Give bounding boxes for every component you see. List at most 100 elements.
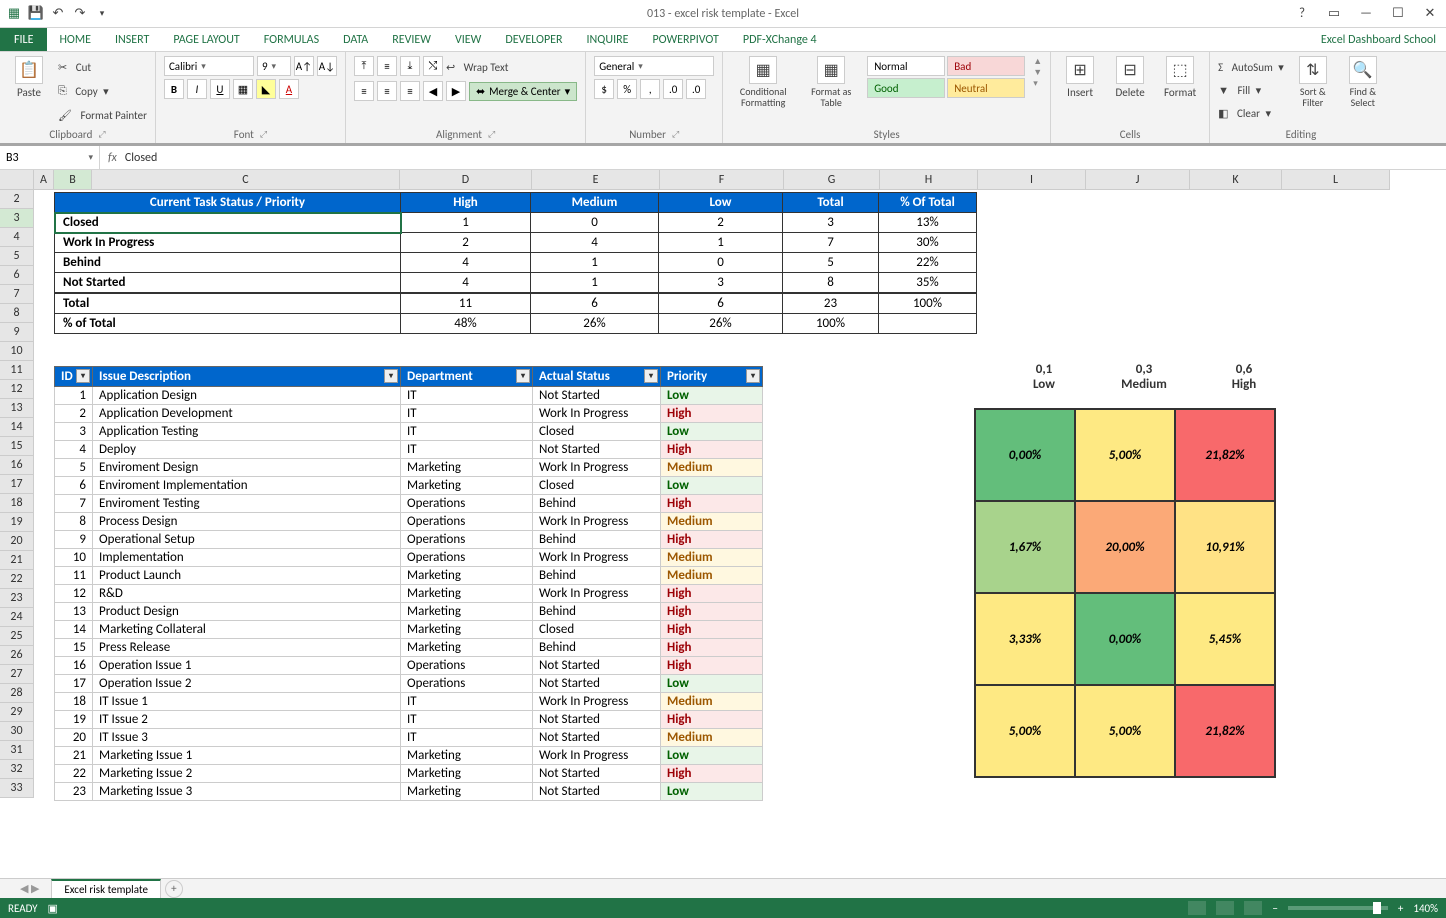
issue-cell[interactable]: Work In Progress [533, 747, 661, 765]
issue-cell[interactable]: Work In Progress [533, 585, 661, 603]
col-header-F[interactable]: F [660, 170, 784, 189]
summary-cell[interactable]: Closed [55, 213, 401, 233]
paste-button[interactable]: 📋 Paste [8, 56, 50, 99]
issue-cell[interactable]: IT [401, 693, 533, 711]
issue-cell[interactable]: Application Testing [93, 423, 401, 441]
clear-button[interactable]: ◧ Clear ▾ [1218, 102, 1284, 124]
percent-icon[interactable]: % [617, 79, 637, 99]
issue-cell[interactable]: High [661, 585, 763, 603]
underline-button[interactable]: U [210, 79, 230, 99]
summary-cell[interactable]: 1 [531, 253, 659, 273]
tab-data[interactable]: DATA [331, 28, 380, 51]
filter-icon[interactable]: ▾ [384, 369, 398, 383]
issue-cell[interactable]: Medium [661, 459, 763, 477]
issue-cell[interactable]: Work In Progress [533, 693, 661, 711]
issue-cell[interactable]: Not Started [533, 675, 661, 693]
issue-cell[interactable]: Marketing [401, 639, 533, 657]
undo-icon[interactable]: ↶ [50, 6, 66, 22]
dialog-launcher-icon[interactable]: ⤢ [98, 129, 105, 140]
row-header-12[interactable]: 12 [0, 380, 33, 399]
issue-cell[interactable]: IT Issue 3 [93, 729, 401, 747]
col-header-I[interactable]: I [978, 170, 1086, 189]
border-button[interactable]: ▦ [233, 79, 253, 99]
summary-cell[interactable]: 48% [401, 314, 531, 334]
summary-cell[interactable]: 35% [879, 273, 977, 294]
dialog-launcher-icon[interactable]: ⤢ [260, 129, 267, 140]
heatmap-cell[interactable]: 20,00% [1075, 501, 1175, 593]
issue-cell[interactable]: Application Development [93, 405, 401, 423]
issue-cell[interactable]: 21 [55, 747, 93, 765]
summary-cell[interactable]: 8 [783, 273, 879, 294]
issue-cell[interactable]: Marketing [401, 567, 533, 585]
issue-cell[interactable]: Behind [533, 567, 661, 585]
issue-cell[interactable]: 3 [55, 423, 93, 441]
issue-cell[interactable]: Closed [533, 477, 661, 495]
heatmap-cell[interactable]: 21,82% [1175, 685, 1275, 777]
issue-cell[interactable]: 13 [55, 603, 93, 621]
fx-icon[interactable]: fx [108, 151, 117, 165]
align-bottom-icon[interactable]: ⤓ [400, 56, 420, 76]
row-header-25[interactable]: 25 [0, 627, 33, 646]
summary-cell[interactable]: 2 [401, 233, 531, 253]
summary-cell[interactable]: 1 [659, 233, 783, 253]
heatmap-cell[interactable]: 0,00% [1075, 593, 1175, 685]
filter-icon[interactable]: ▾ [76, 369, 90, 383]
ribbon-display-icon[interactable]: ▭ [1324, 6, 1344, 22]
row-header-24[interactable]: 24 [0, 608, 33, 627]
issue-cell[interactable]: Not Started [533, 765, 661, 783]
issue-cell[interactable]: Not Started [533, 441, 661, 459]
issue-cell[interactable]: 19 [55, 711, 93, 729]
tab-view[interactable]: VIEW [443, 28, 493, 51]
align-center-icon[interactable]: ≡ [377, 81, 397, 101]
tab-page-layout[interactable]: PAGE LAYOUT [161, 28, 251, 51]
sheet-tab-active[interactable]: Excel risk template [51, 879, 161, 898]
row-header-11[interactable]: 11 [0, 361, 33, 380]
comma-icon[interactable]: , [640, 79, 660, 99]
issue-cell[interactable]: High [661, 495, 763, 513]
col-header-D[interactable]: D [400, 170, 532, 189]
issue-cell[interactable]: Operation Issue 1 [93, 657, 401, 675]
issue-cell[interactable]: Medium [661, 693, 763, 711]
summary-cell[interactable]: 30% [879, 233, 977, 253]
dialog-launcher-icon[interactable]: ⤢ [488, 129, 495, 140]
summary-cell[interactable]: 13% [879, 213, 977, 233]
row-header-26[interactable]: 26 [0, 646, 33, 665]
issue-cell[interactable]: Product Launch [93, 567, 401, 585]
name-box[interactable]: B3 [0, 146, 100, 169]
summary-cell[interactable]: 6 [659, 293, 783, 314]
issue-cell[interactable]: Work In Progress [533, 513, 661, 531]
issue-cell[interactable]: Marketing Issue 1 [93, 747, 401, 765]
row-header-29[interactable]: 29 [0, 703, 33, 722]
delete-cells-button[interactable]: ⊟Delete [1109, 56, 1151, 99]
bold-button[interactable]: B [164, 79, 184, 99]
row-header-13[interactable]: 13 [0, 399, 33, 418]
zoom-out-icon[interactable]: − [1272, 902, 1277, 915]
summary-cell[interactable]: 11 [401, 293, 531, 314]
heatmap-cell[interactable]: 3,33% [975, 593, 1075, 685]
heatmap-cell[interactable]: 0,00% [975, 409, 1075, 501]
issue-cell[interactable]: 16 [55, 657, 93, 675]
issue-cell[interactable]: High [661, 711, 763, 729]
indent-dec-icon[interactable]: ◀ [423, 81, 443, 101]
issue-cell[interactable]: 9 [55, 531, 93, 549]
issue-cell[interactable]: High [661, 657, 763, 675]
issue-cell[interactable]: Medium [661, 513, 763, 531]
issue-cell[interactable]: Marketing [401, 747, 533, 765]
cell-style-normal[interactable]: Normal [867, 56, 945, 76]
issue-cell[interactable]: R&D [93, 585, 401, 603]
row-header-28[interactable]: 28 [0, 684, 33, 703]
format-as-table-button[interactable]: ▦ Format as Table [803, 56, 859, 108]
issue-cell[interactable]: Marketing [401, 585, 533, 603]
heatmap-cell[interactable]: 21,82% [1175, 409, 1275, 501]
row-header-21[interactable]: 21 [0, 551, 33, 570]
heatmap-cell[interactable]: 5,45% [1175, 593, 1275, 685]
issue-cell[interactable]: 2 [55, 405, 93, 423]
align-left-icon[interactable]: ≡ [354, 81, 374, 101]
cut-button[interactable]: ✂ Cut [58, 56, 147, 78]
summary-cell[interactable]: 3 [783, 213, 879, 233]
row-header-32[interactable]: 32 [0, 760, 33, 779]
merge-center-button[interactable]: ⬌Merge & Center▾ [469, 82, 577, 101]
save-icon[interactable]: 💾 [28, 6, 44, 22]
issue-cell[interactable]: Medium [661, 549, 763, 567]
col-header-C[interactable]: C [92, 170, 400, 189]
